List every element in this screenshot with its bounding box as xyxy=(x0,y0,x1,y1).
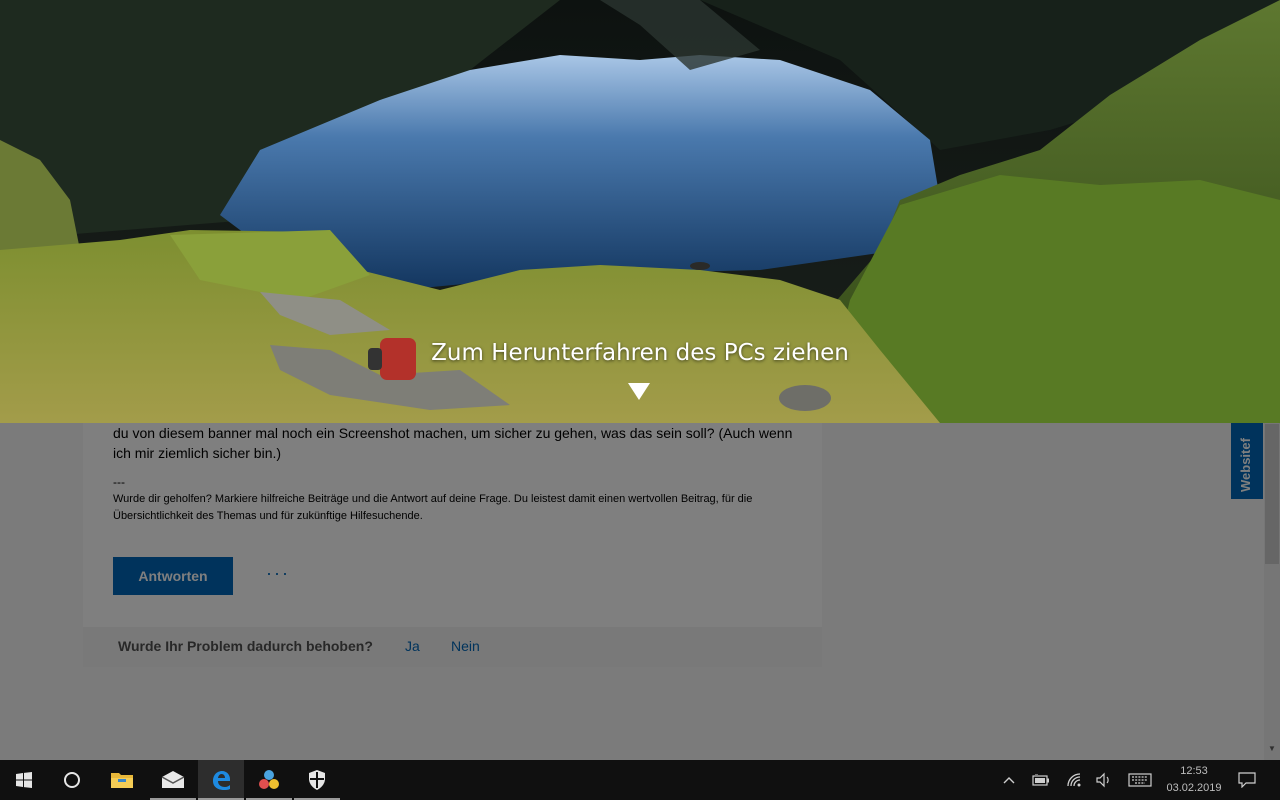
notification-icon[interactable] xyxy=(1236,760,1258,800)
slide-down-arrow-icon xyxy=(628,383,650,400)
chevron-up-icon[interactable] xyxy=(998,760,1020,800)
clock-time: 12:53 xyxy=(1180,765,1208,777)
volume-icon[interactable] xyxy=(1093,760,1115,800)
keyboard-icon[interactable] xyxy=(1127,760,1153,800)
defender-shield-icon[interactable] xyxy=(294,760,340,800)
clock-date: 03.02.2019 xyxy=(1166,782,1222,794)
wifi-icon[interactable] xyxy=(1063,760,1085,800)
shutdown-instruction-text: Zum Herunterfahren des PCs ziehen xyxy=(431,340,849,366)
file-explorer-icon[interactable] xyxy=(98,760,146,800)
slide-to-shutdown-panel[interactable]: Zum Herunterfahren des PCs ziehen xyxy=(0,0,1280,423)
mail-icon[interactable] xyxy=(150,760,196,800)
cortana-circle-icon[interactable] xyxy=(48,760,96,800)
taskbar: 12:53 03.02.2019 xyxy=(0,760,1280,800)
paint-3d-icon[interactable] xyxy=(246,760,292,800)
windows-start-icon[interactable] xyxy=(0,760,48,800)
taskbar-clock[interactable]: 12:53 03.02.2019 xyxy=(1160,763,1228,797)
edge-browser-icon[interactable] xyxy=(198,760,244,800)
battery-icon[interactable] xyxy=(1030,760,1052,800)
